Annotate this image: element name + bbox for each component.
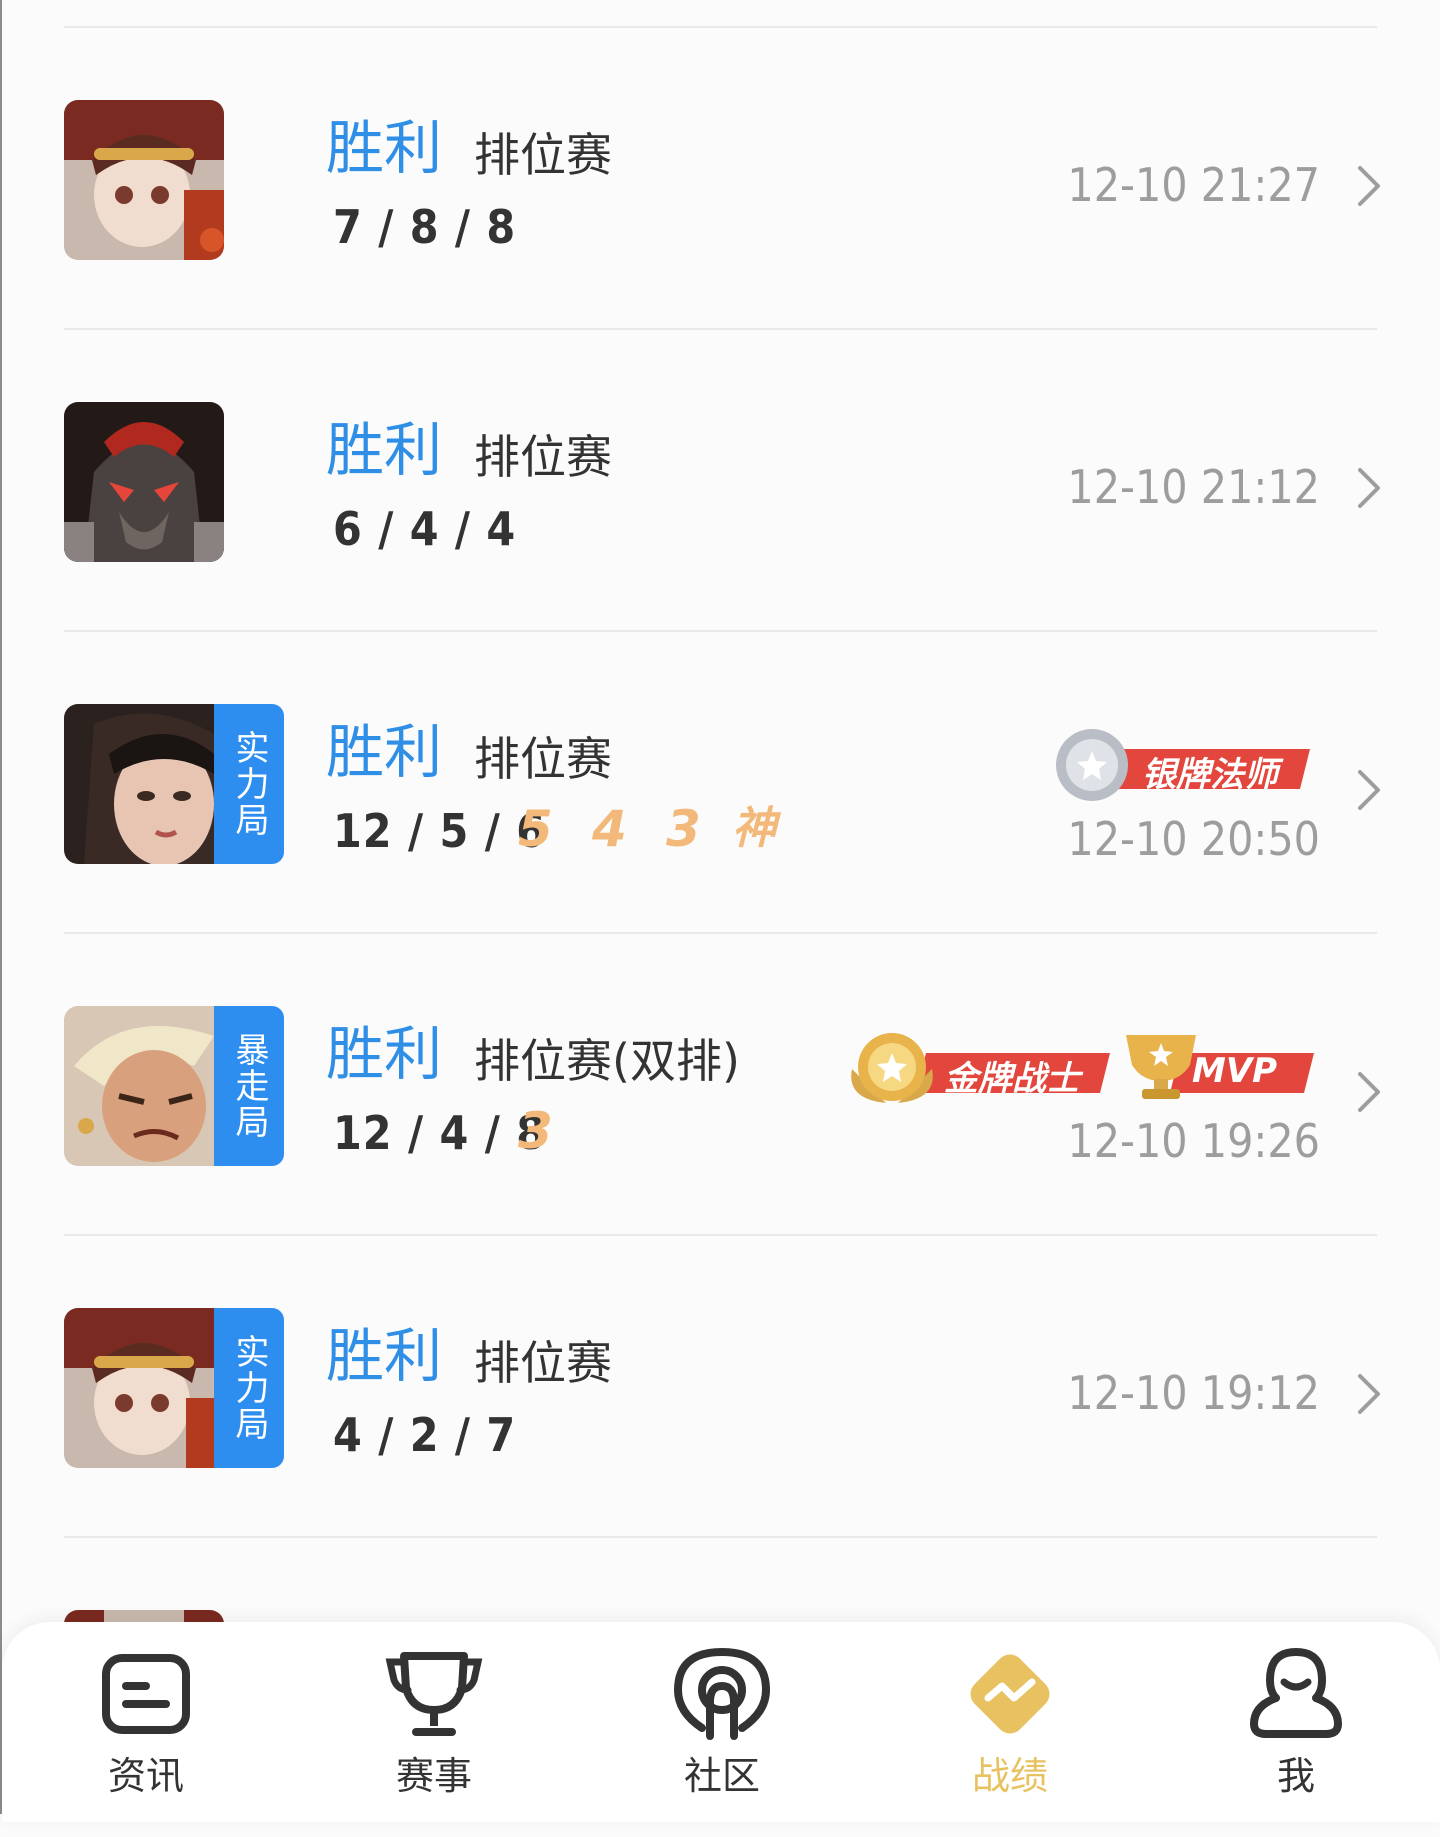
chevron-right-icon [1358,166,1380,206]
match-time: 12-10 21:27 [1067,158,1320,212]
kda-score: 7 / 8 / 8 [333,200,517,254]
hero-avatar [64,1308,234,1468]
tab-community[interactable]: 社区 [578,1622,866,1814]
tab-label: 资讯 [107,1754,184,1798]
bottom-tab-bar: 资讯 赛事 社区 战绩 我 [2,1622,1440,1822]
tab-label: 社区 [683,1754,760,1798]
match-type: 排位赛(双排) [474,1034,740,1088]
match-time: 12-10 19:26 [1067,1114,1320,1168]
mode-tag: 实力局 [214,704,284,864]
chevron-right-icon [1358,1072,1380,1112]
chevron-right-icon [1358,468,1380,508]
mode-tag: 实力局 [214,1308,284,1468]
match-type: 排位赛 [474,128,612,182]
mode-tag: 暴走局 [214,1006,284,1166]
tab-profile[interactable]: 我 [1152,1622,1440,1814]
hero-avatar [64,402,224,562]
tab-label: 赛事 [395,1754,472,1798]
tab-label: 战绩 [971,1754,1048,1798]
kda-score: 6 / 4 / 4 [333,502,517,556]
news-icon [102,1654,190,1734]
stats-icon [970,1654,1050,1734]
tab-stats[interactable]: 战绩 [866,1622,1154,1814]
tab-news[interactable]: 资讯 [2,1622,290,1814]
match-row[interactable]: 暴走局 胜利 排位赛(双排) 12 / 4 / 8 3 金牌战士 MVP 12-… [0,933,1440,1233]
match-row[interactable]: 胜利 排位赛 7 / 8 / 8 12-10 21:27 [0,27,1440,327]
match-type: 排位赛 [474,430,612,484]
kda-score: 12 / 5 / 6 [333,804,547,858]
badge-label: 金牌战士 [944,1059,1080,1099]
silver-mage-badge: 银牌法师 [1042,727,1312,801]
mvp-badge: MVP [1120,1029,1316,1103]
match-row[interactable]: 胜利 排位赛 6 / 4 / 4 12-10 21:12 [0,329,1440,629]
match-type: 排位赛 [474,732,612,786]
community-icon [673,1647,771,1740]
kda-score: 4 / 2 / 7 [333,1408,517,1462]
multikill-badge: 3 [666,800,701,858]
match-type: 排位赛 [474,1336,612,1390]
multikill-badge: 3 [518,1102,553,1160]
match-result: 胜利 [326,114,443,182]
badge-label: MVP [1192,1051,1278,1091]
tab-events[interactable]: 赛事 [290,1622,578,1814]
match-time: 12-10 20:50 [1067,812,1320,866]
match-result: 胜利 [326,1020,443,1088]
multikill-badge: 5 [518,800,553,858]
kda-score: 12 / 4 / 8 [333,1106,547,1160]
hero-avatar [64,1006,234,1166]
tab-label: 我 [1276,1754,1315,1798]
trophy-icon [385,1652,483,1736]
match-row[interactable]: 实力局 胜利 排位赛 4 / 2 / 7 12-10 19:12 [0,1235,1440,1535]
profile-icon [1250,1648,1342,1738]
hero-avatar [64,704,234,864]
match-time: 12-10 21:12 [1067,460,1320,514]
match-result: 胜利 [326,1322,443,1390]
badge-label: 银牌法师 [1142,755,1278,795]
match-row[interactable]: 实力局 胜利 排位赛 12 / 5 / 6 5 4 3 神 银牌法师 12-10… [0,631,1440,931]
match-result: 胜利 [326,718,443,786]
multikill-badge: 4 [592,800,627,858]
gold-warrior-badge: 金牌战士 [842,1029,1112,1103]
multikill-badge: 神 [732,803,776,854]
match-time: 12-10 19:12 [1067,1366,1320,1420]
chevron-right-icon [1358,1374,1380,1414]
hero-avatar [64,100,224,260]
chevron-right-icon [1358,770,1380,810]
match-result: 胜利 [326,416,443,484]
